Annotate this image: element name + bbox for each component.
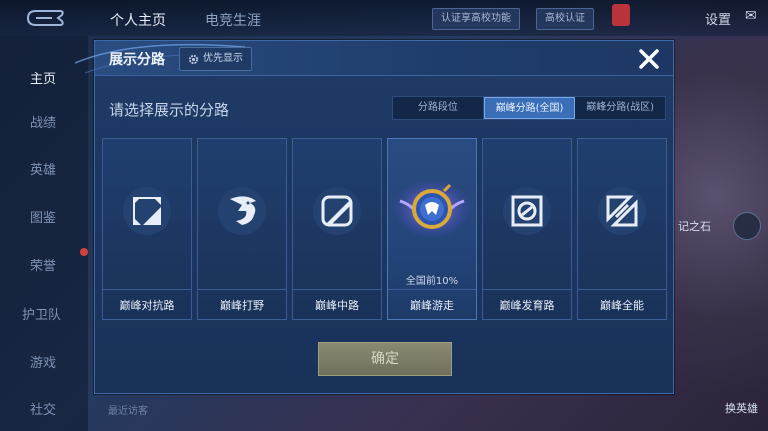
lane-card-clash[interactable]: 巅峰对抗路 [102,138,192,320]
lane-card-list: 巅峰对抗路 巅峰打野 巅峰中路 全国前10% 巅峰游走 巅峰发育路 巅峰全能 [102,138,667,320]
lane-card-label: 巅峰打野 [220,299,264,312]
card-divider [578,289,666,290]
priority-display-button[interactable]: 优先显示 [179,47,252,71]
mid-lane-icon [313,187,361,235]
card-divider [483,289,571,290]
settings-button[interactable]: 设置 [705,9,731,28]
roam-badge-icon [392,179,472,239]
top-bar: 个人主页 电竞生涯 认证享高校功能 高校认证 设置 ✉ [0,0,768,36]
avatar[interactable] [612,4,630,26]
card-divider [198,289,286,290]
sidebar-item-social[interactable]: 社交 [30,399,56,418]
lane-card-label: 巅峰对抗路 [119,299,175,312]
lane-mode-tabs: 分路段位 巅峰分路(全国) 巅峰分路(战区) [392,96,666,120]
sidebar-item-games[interactable]: 游戏 [30,352,56,371]
confirm-button[interactable]: 确定 [318,342,452,376]
rank-percentile: 全国前10% [405,276,459,287]
farm-lane-icon [503,187,551,235]
sidebar-item-guard[interactable]: 护卫队 [22,304,61,323]
right-label-stone: 记之石 [678,220,711,233]
tab-peak-lane-national[interactable]: 巅峰分路(全国) [483,97,576,119]
lane-card-roam[interactable]: 全国前10% 巅峰游走 [387,138,477,320]
all-round-icon [598,187,646,235]
clash-lane-icon [123,187,171,235]
jungle-icon [218,187,266,235]
sidebar-item-heroes[interactable]: 英雄 [30,159,56,178]
lane-display-dialog: 展示分路 优先显示 请选择展示的分路 分路段位 巅峰分路(全国) 巅峰分路(战区… [75,40,674,394]
sidebar-item-record[interactable]: 战绩 [30,112,56,131]
lane-card-farm[interactable]: 巅峰发育路 [482,138,572,320]
campus-verify-tag[interactable]: 高校认证 [536,8,594,30]
dialog-subtitle: 请选择展示的分路 [109,101,230,119]
lane-card-jungle[interactable]: 巅峰打野 [197,138,287,320]
gear-icon [188,54,199,64]
card-divider [103,289,191,290]
sidebar-item-home[interactable]: 主页 [30,68,56,87]
sidebar: 主页 战绩 英雄 图鉴 荣誉 护卫队 游戏 社交 [0,36,88,431]
tab-peak-lane-region[interactable]: 巅峰分路(战区) [575,97,665,119]
right-icon-stone[interactable] [733,212,761,240]
priority-display-label: 优先显示 [203,53,243,64]
tab-personal-home[interactable]: 个人主页 [110,10,166,30]
promo-text [632,4,694,28]
dialog-title: 展示分路 [109,52,165,68]
lane-card-label: 巅峰中路 [315,299,359,312]
sidebar-item-gallery[interactable]: 图鉴 [30,207,56,226]
dialog-header: 展示分路 优先显示 [75,41,673,76]
lane-card-label: 巅峰全能 [600,299,644,312]
change-hero-label[interactable]: 换英雄 [725,400,758,416]
campus-benefit-tag[interactable]: 认证享高校功能 [432,8,520,30]
sidebar-item-honor[interactable]: 荣誉 [30,255,56,274]
back-icon[interactable] [22,7,66,29]
card-divider [388,289,476,290]
lane-card-label: 巅峰发育路 [499,299,555,312]
tab-esports-career[interactable]: 电竞生涯 [205,10,261,30]
lane-card-label: 巅峰游走 [410,299,454,312]
card-divider [293,289,381,290]
tab-lane-rank[interactable]: 分路段位 [393,97,484,119]
lane-card-all-round[interactable]: 巅峰全能 [577,138,667,320]
close-icon[interactable] [635,45,663,73]
notification-dot [80,248,88,256]
mail-icon[interactable]: ✉ [745,8,757,24]
recent-visitors-label[interactable]: 最近访客 [108,402,148,417]
lane-card-mid[interactable]: 巅峰中路 [292,138,382,320]
